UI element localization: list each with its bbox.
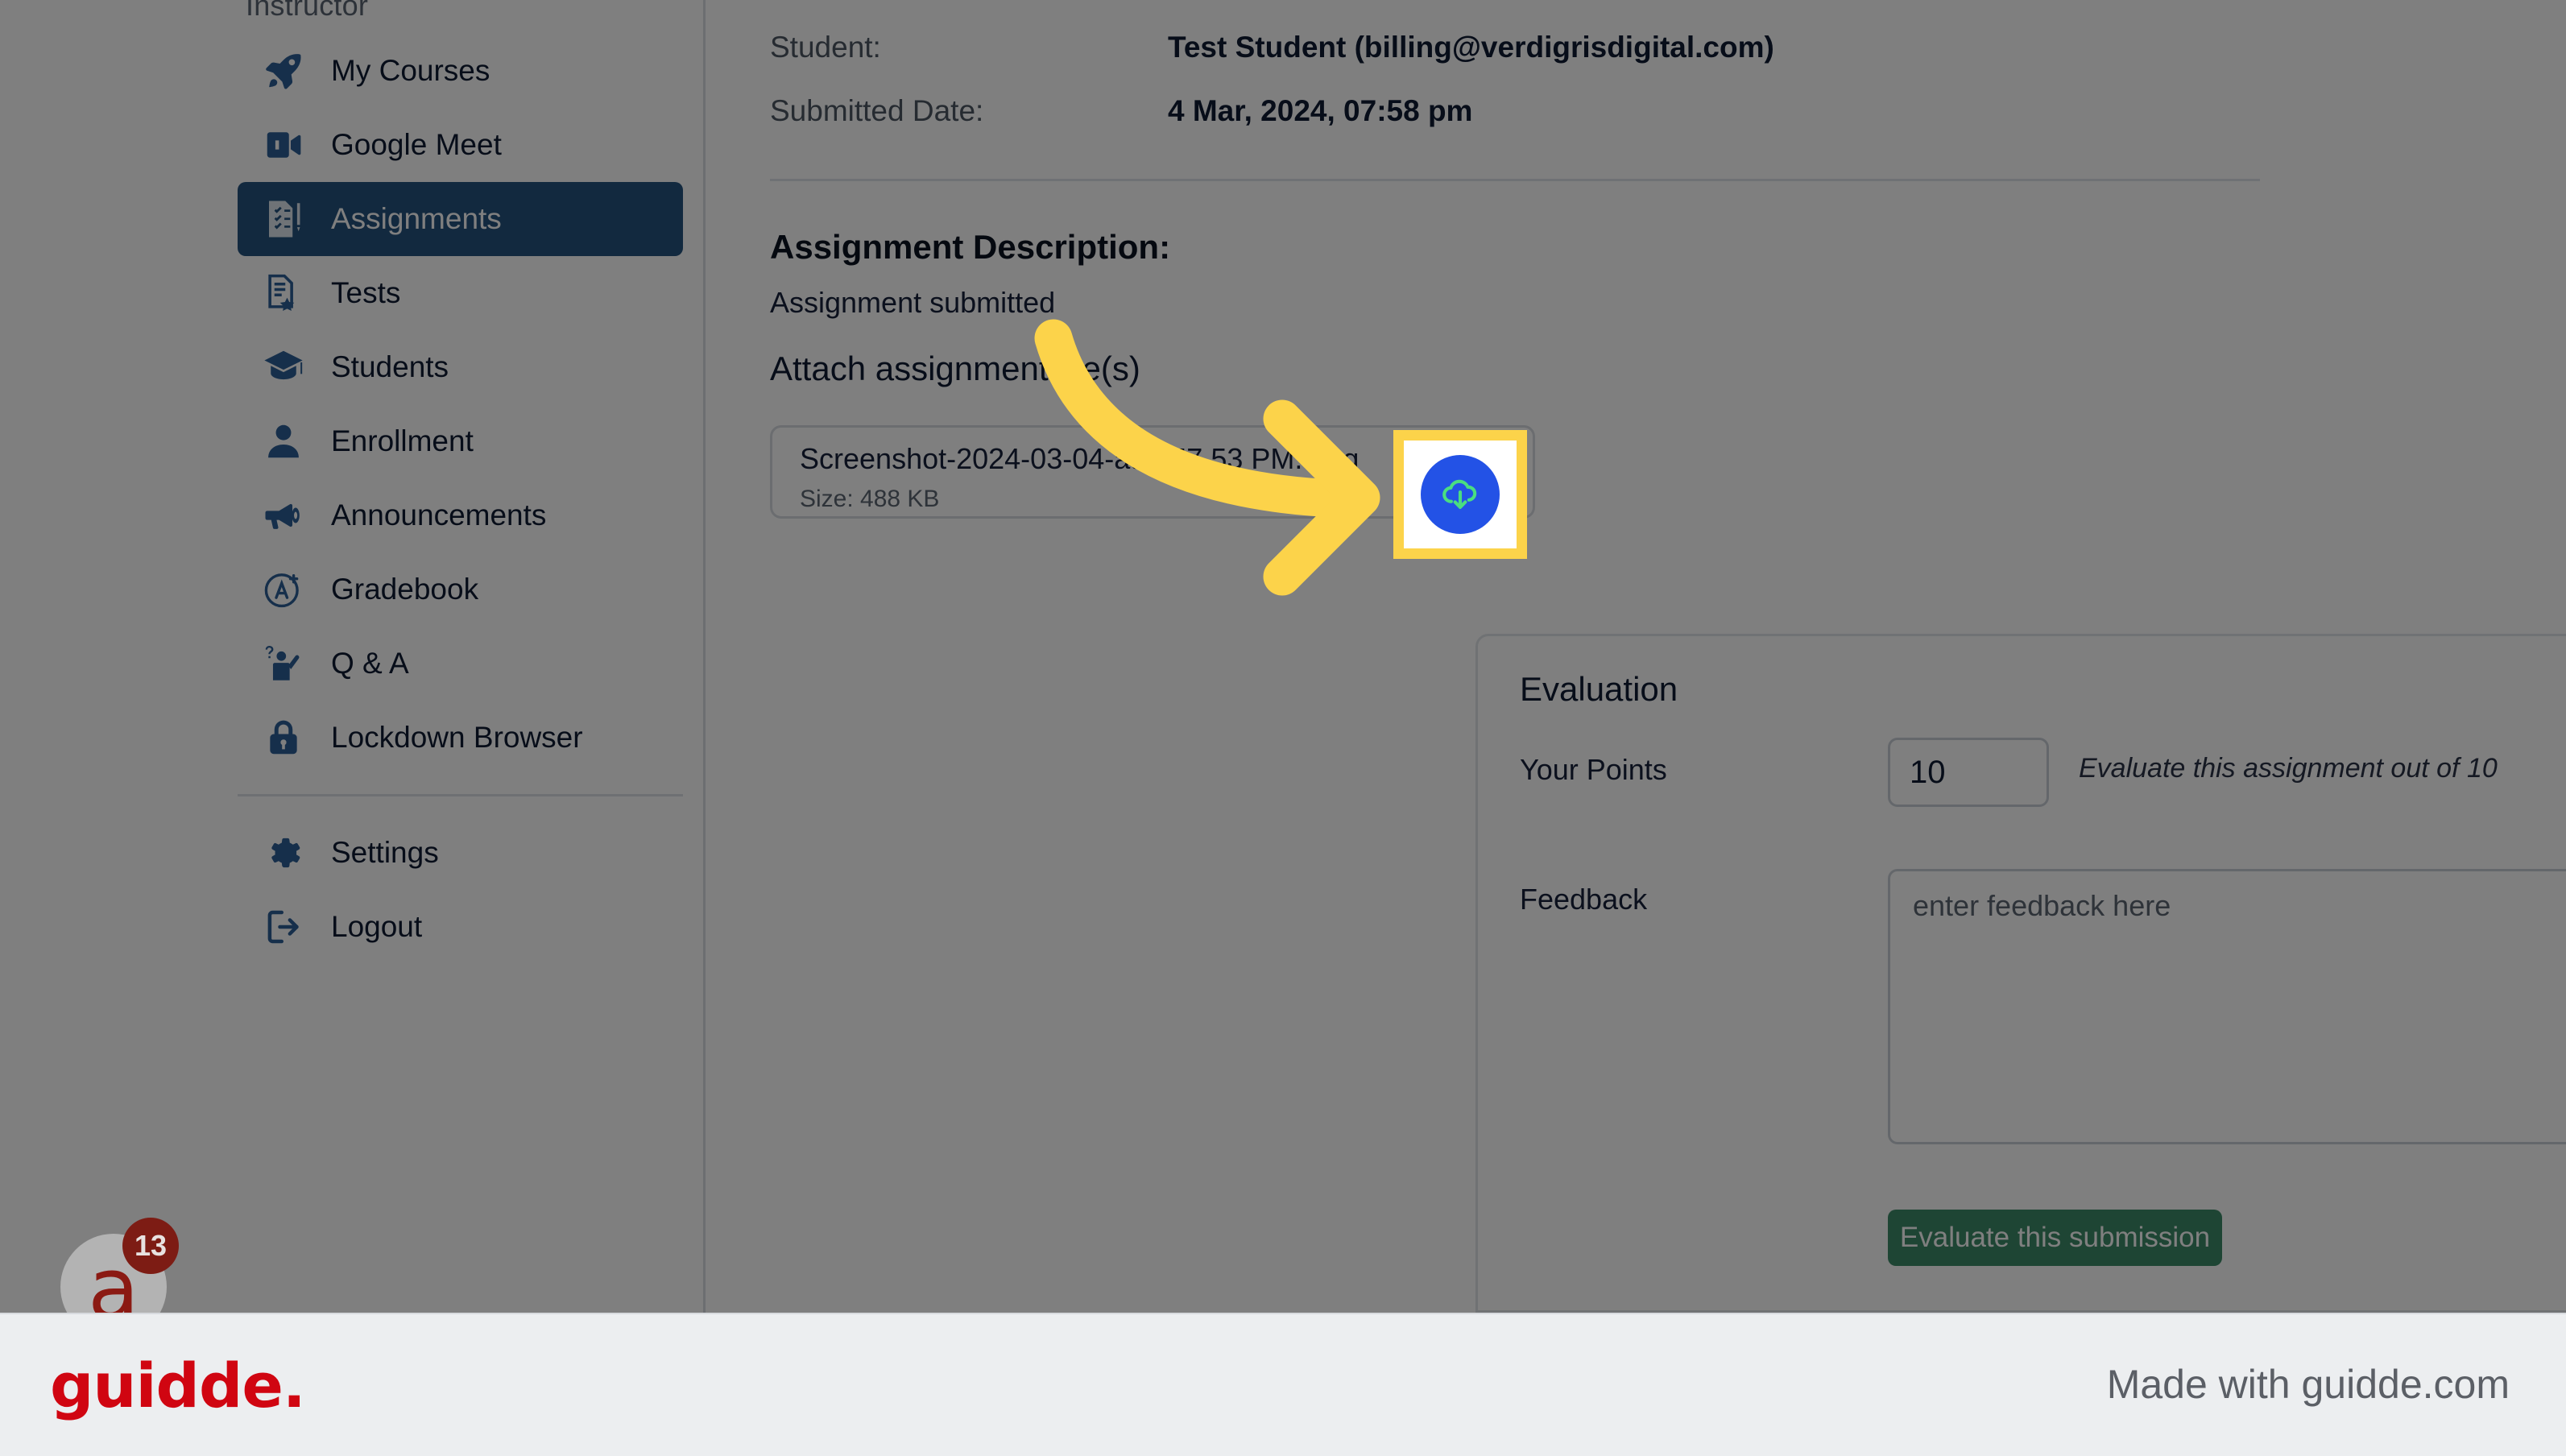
download-file-button[interactable] (1421, 455, 1500, 534)
your-points-label: Your Points (1520, 753, 1667, 786)
sidebar-item-label: Assignments (331, 202, 502, 235)
sidebar-item-lockdown-browser[interactable]: Lockdown Browser (238, 701, 683, 775)
your-points-input[interactable] (1888, 738, 2049, 807)
sidebar-item-my-courses[interactable]: My Courses (238, 34, 683, 108)
evaluation-panel: Evaluation Your Points Evaluate this ass… (1475, 634, 2566, 1313)
file-size: Size: 488 KB (800, 486, 940, 512)
sidebar-item-label: Tests (331, 276, 401, 309)
sidebar-item-label: Students (331, 350, 449, 383)
lock-icon (262, 716, 305, 759)
megaphone-icon (262, 494, 305, 537)
assignment-description-text: Assignment submitted (770, 286, 1056, 319)
submitted-date-label: Submitted Date: (770, 94, 984, 127)
sidebar-item-students[interactable]: Students (238, 330, 683, 404)
assignment-description-heading: Assignment Description: (770, 228, 1171, 266)
raised-hand-question-icon (262, 642, 305, 685)
evaluation-title: Evaluation (1520, 670, 1678, 708)
sidebar-item-label: Google Meet (331, 128, 502, 161)
sidebar-section-label: Instructor (246, 0, 369, 22)
main-content: Student: Test Student (billing@verdigris… (706, 0, 2566, 1313)
sidebar-item-gradebook[interactable]: Gradebook (238, 552, 683, 627)
file-name: Screenshot-2024-03-04-at 7.57.53 PM..png (800, 442, 1360, 475)
checklist-icon (262, 197, 305, 241)
sidebar-item-label: My Courses (331, 54, 490, 87)
sidebar-item-label: Announcements (331, 498, 547, 532)
student-value: Test Student (billing@verdigrisdigital.c… (1168, 31, 1774, 64)
feedback-label: Feedback (1520, 883, 1648, 916)
sidebar-item-tests[interactable]: Tests (238, 256, 683, 330)
download-file-highlight (1393, 430, 1527, 559)
cloud-download-icon (1442, 479, 1477, 510)
logout-icon (262, 905, 305, 949)
submitted-date-row: Submitted Date: 4 Mar, 2024, 07:58 pm (770, 94, 1472, 128)
grade-a-plus-icon (262, 568, 305, 611)
graduation-cap-icon (262, 345, 305, 389)
student-label: Student: (770, 31, 881, 64)
sidebar-item-enrollment[interactable]: Enrollment (238, 404, 683, 478)
guidde-logo: guidde. (50, 1350, 306, 1421)
app-window: Instructor My Courses Google Meet Assign… (0, 0, 2566, 1340)
feedback-textarea[interactable] (1888, 869, 2566, 1144)
video-camera-icon (262, 123, 305, 167)
sidebar-item-settings[interactable]: Settings (238, 816, 683, 890)
rocket-icon (262, 49, 305, 93)
sidebar-item-label: Logout (331, 910, 423, 943)
student-row: Student: Test Student (billing@verdigris… (770, 31, 1774, 64)
attach-files-heading: Attach assignment file(s) (770, 350, 1140, 387)
person-icon (262, 420, 305, 463)
sidebar-item-announcements[interactable]: Announcements (238, 478, 683, 552)
sidebar-item-logout[interactable]: Logout (238, 890, 683, 964)
sidebar-item-label: Gradebook (331, 573, 479, 606)
document-star-icon (262, 271, 305, 315)
points-hint-text: Evaluate this assignment out of 10 (2079, 753, 2498, 784)
sidebar-item-label: Enrollment (331, 424, 474, 457)
evaluate-submission-button[interactable]: Evaluate this submission (1888, 1210, 2222, 1266)
guidde-footer: guidde. Made with guidde.com (0, 1313, 2566, 1456)
sidebar-item-google-meet[interactable]: Google Meet (238, 108, 683, 182)
made-with-guidde-text: Made with guidde.com (2106, 1362, 2510, 1407)
submitted-date-value: 4 Mar, 2024, 07:58 pm (1168, 94, 1473, 127)
sidebar: Instructor My Courses Google Meet Assign… (0, 0, 706, 1313)
avatar-notification-badge[interactable]: 13 (122, 1218, 179, 1274)
sidebar-nav-list: My Courses Google Meet Assignments Tests (0, 34, 706, 964)
sidebar-item-label: Lockdown Browser (331, 721, 583, 754)
sidebar-item-label: Q & A (331, 647, 409, 680)
section-divider (770, 179, 2260, 181)
sidebar-item-label: Settings (331, 836, 439, 869)
gear-icon (262, 831, 305, 875)
sidebar-item-qa[interactable]: Q & A (238, 627, 683, 701)
sidebar-divider (238, 794, 683, 796)
sidebar-item-assignments[interactable]: Assignments (238, 182, 683, 256)
